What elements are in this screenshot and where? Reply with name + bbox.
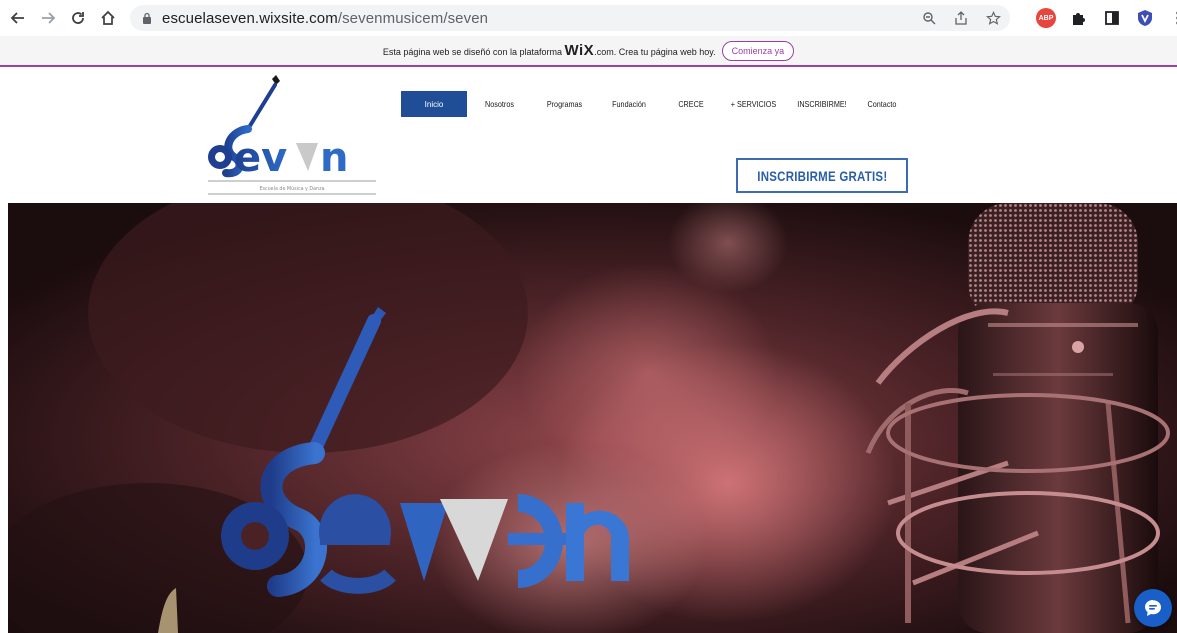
share-icon[interactable] [952,9,970,27]
nav-inscribirme[interactable]: INSCRIBIRME! [791,91,852,117]
nav-nosotros[interactable]: Nosotros [472,91,527,117]
url-text[interactable]: escuelaseven.wixsite.com/sevenmusicem/se… [162,10,488,27]
hero-background [8,203,1177,633]
extensions-puzzle-icon[interactable] [1069,8,1089,28]
forward-arrow-icon[interactable] [36,6,60,30]
chat-bubble-icon [1145,600,1161,616]
zoom-icon[interactable] [920,9,938,27]
wix-banner-text: Esta página web se diseñó con la platafo… [383,42,716,59]
svg-text:ev: ev [234,135,287,181]
main-navigation: Inicio Nosotros Programas Fundación CREC… [401,91,906,117]
adblock-label: ABP [1038,14,1054,22]
signup-free-button[interactable]: INSCRIBIRME GRATIS! [736,158,908,193]
signup-free-label: INSCRIBIRME GRATIS! [756,167,888,184]
back-arrow-icon[interactable] [6,6,30,30]
wix-start-button[interactable]: Comienza ya [721,40,795,61]
url-domain: escuelaseven.wixsite.com [162,9,338,27]
adblock-icon[interactable]: ABP [1036,8,1056,28]
wix-banner-text-after: .com. Crea tu página web hoy. [594,47,716,57]
nav-crece[interactable]: CRECE [666,91,717,117]
logo-tagline: Escuela de Música y Danza [259,185,324,192]
wix-promo-banner: Esta página web se diseñó con la platafo… [0,36,1177,67]
svg-text:n: n [320,135,348,181]
browser-toolbar: escuelaseven.wixsite.com/sevenmusicem/se… [0,0,1177,36]
bookmark-star-icon[interactable] [984,9,1002,27]
wix-brand: WiX [564,42,595,59]
address-bar[interactable]: escuelaseven.wixsite.com/sevenmusicem/se… [130,5,1010,31]
wix-banner-text-before: Esta página web se diseñó con la platafo… [382,47,565,57]
site-logo[interactable]: ev n Escuela de Música y Danza [200,71,380,201]
url-path: /sevenmusicem/seven [337,9,489,27]
nav-fundacion[interactable]: Fundación [602,91,656,117]
nav-inicio[interactable]: Inicio [401,91,467,117]
lock-icon[interactable] [140,11,154,25]
brave-shield-icon[interactable] [1135,8,1155,28]
nav-programas[interactable]: Programas [537,91,592,117]
menu-kebab-icon[interactable] [1168,8,1177,28]
chat-button[interactable] [1134,589,1172,627]
reload-icon[interactable] [66,6,90,30]
nav-contacto[interactable]: Contacto [862,91,903,117]
nav-servicios[interactable]: + SERVICIOS [726,91,781,117]
site-header: ev n Escuela de Música y Danza Inicio No… [0,67,1177,203]
sidepanel-icon[interactable] [1102,8,1122,28]
hero-section [8,203,1177,633]
home-icon[interactable] [96,6,120,30]
